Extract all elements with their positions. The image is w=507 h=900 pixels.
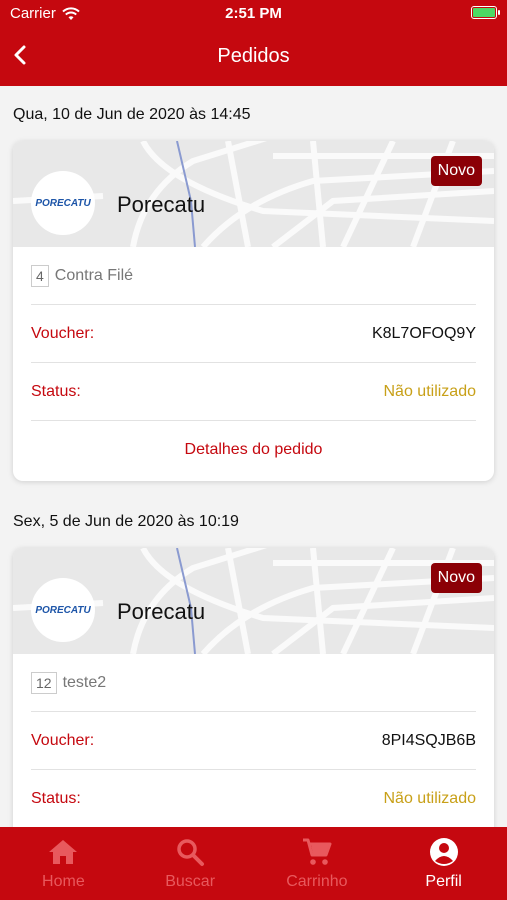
item-name: teste2: [62, 673, 107, 691]
tab-buscar[interactable]: Buscar: [127, 827, 254, 900]
item-quantity: 4: [31, 264, 49, 287]
tab-bar: Home Buscar Carrinho Perfil: [0, 827, 507, 900]
home-icon: [49, 840, 78, 864]
voucher-row: Voucher: 8PI4SQJB6B: [31, 712, 476, 770]
search-icon: [177, 839, 205, 866]
store-name: Porecatu: [117, 599, 206, 624]
profile-icon: [429, 838, 458, 866]
tab-carrinho[interactable]: Carrinho: [254, 827, 381, 900]
tab-home[interactable]: Home: [0, 827, 127, 900]
status-label: Status:: [31, 789, 81, 807]
status-badge: Novo: [430, 563, 482, 593]
status-row: Status: Não utilizado: [31, 363, 476, 421]
cart-icon: [302, 838, 332, 865]
map-background: PORECATU Porecatu Novo: [13, 141, 494, 247]
store-logo: PORECATU: [31, 578, 95, 642]
status-bar: Carrier 2:51 PM: [0, 0, 507, 26]
tab-carrinho-label: Carrinho: [286, 873, 348, 890]
tab-perfil-label: Perfil: [425, 873, 462, 890]
order-card: PORECATU Porecatu Novo 12 teste2 Voucher…: [13, 548, 494, 827]
status-time: 2:51 PM: [225, 5, 282, 22]
order-date: Sex, 5 de Jun de 2020 às 10:19: [13, 513, 239, 530]
tab-buscar-label: Buscar: [165, 873, 216, 890]
orders-list[interactable]: Qua, 10 de Jun de 2020 às 14:45 PORECATU…: [0, 86, 507, 827]
logo-text: PORECATU: [35, 197, 91, 209]
voucher-row: Voucher: K8L7OFOQ9Y: [31, 305, 476, 363]
order-item: 12 teste2: [31, 654, 476, 712]
item-quantity: 12: [31, 671, 57, 694]
logo-text: PORECATU: [35, 604, 91, 616]
store-name: Porecatu: [117, 192, 206, 217]
page-title: Pedidos: [217, 45, 290, 67]
status-value: Não utilizado: [383, 382, 477, 400]
voucher-value: K8L7OFOQ9Y: [371, 324, 476, 342]
voucher-label: Voucher:: [31, 731, 95, 749]
nav-bar: Pedidos: [0, 26, 507, 86]
status-badge: Novo: [430, 156, 482, 186]
tab-perfil[interactable]: Perfil: [380, 827, 507, 900]
store-logo: PORECATU: [31, 171, 95, 235]
status-value: Não utilizado: [383, 789, 477, 807]
order-item: 4 Contra Filé: [31, 247, 476, 305]
map-background: PORECATU Porecatu Novo: [13, 548, 494, 654]
voucher-value: 8PI4SQJB6B: [381, 731, 476, 749]
item-name: Contra Filé: [54, 266, 134, 284]
order-date: Qua, 10 de Jun de 2020 às 14:45: [13, 106, 251, 123]
battery-icon: [471, 6, 500, 19]
order-details-button[interactable]: Detalhes do pedido: [13, 421, 494, 479]
order-card: PORECATU Porecatu Novo 4 Contra Filé Vou…: [13, 141, 494, 481]
voucher-label: Voucher:: [31, 324, 95, 342]
status-label: Status:: [31, 382, 81, 400]
status-row: Status: Não utilizado: [31, 770, 476, 827]
tab-home-label: Home: [42, 873, 85, 890]
